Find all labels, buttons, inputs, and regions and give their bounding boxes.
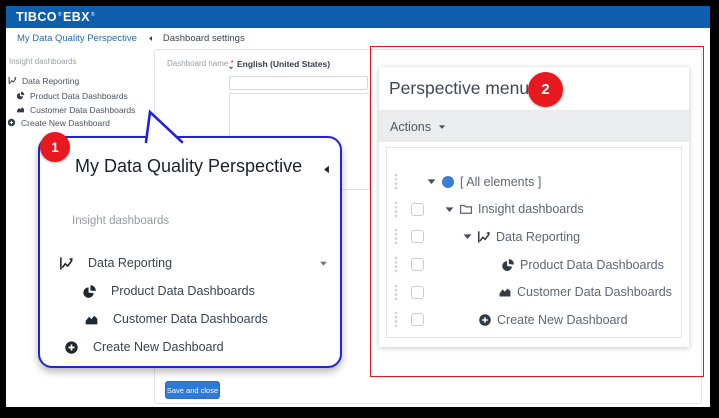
tree-item-label[interactable]: Customer Data Dashboards: [517, 285, 672, 299]
logo-brand-text: TIBCO: [16, 10, 57, 24]
sidebar-item-data-reporting[interactable]: Data Reporting: [8, 74, 160, 87]
registered-mark: ®: [58, 12, 62, 18]
tree-checkbox[interactable]: [411, 203, 424, 216]
callout-item-label[interactable]: Data Reporting: [88, 256, 172, 270]
drag-handle-icon[interactable]: [394, 284, 398, 301]
dashboard-name-label: Dashboard name *: [167, 59, 234, 68]
tree-row-data-reporting[interactable]: Data Reporting: [387, 223, 681, 251]
tree-item-label[interactable]: Create New Dashboard: [497, 313, 628, 327]
caret-down-icon[interactable]: [443, 203, 456, 216]
sidebar-item-label[interactable]: Customer Data Dashboards: [30, 105, 135, 115]
caret-down-icon[interactable]: [437, 122, 447, 132]
callout-item-label[interactable]: Customer Data Dashboards: [113, 312, 268, 326]
app-header: TIBCO®EBX®: [6, 6, 710, 28]
blue-circle-icon: [441, 175, 455, 189]
dashboard-name-input[interactable]: [229, 76, 368, 90]
callout-section-label: Insight dashboards: [72, 215, 169, 227]
perspective-menu-title: Perspective menu: [389, 78, 529, 99]
logo-product-text: EBX: [63, 10, 90, 24]
sidebar-item-create-new-dashboard[interactable]: Create New Dashboard: [7, 116, 110, 129]
callout-item-product-data-dashboards[interactable]: Product Data Dashboards: [82, 283, 255, 299]
actions-toolbar: Actions: [379, 111, 689, 142]
annotation-badge-1: 1: [40, 132, 70, 162]
caret-left-icon[interactable]: [321, 164, 332, 175]
tree-row-all-elements[interactable]: [ All elements ]: [387, 168, 681, 196]
caret-down-icon[interactable]: [461, 230, 474, 243]
pie-chart-icon: [82, 284, 97, 299]
plus-circle-icon: [64, 340, 79, 355]
nav-perspective-link[interactable]: My Data Quality Perspective: [17, 33, 137, 44]
callout-item-create-new-dashboard[interactable]: Create New Dashboard: [64, 339, 224, 355]
tree-row-customer-data-dashboards[interactable]: Customer Data Dashboards: [387, 278, 681, 306]
caret-down-icon[interactable]: [318, 258, 329, 269]
perspective-menu-tree: [ All elements ] Insight dashboards: [386, 147, 682, 338]
tree-checkbox[interactable]: [411, 313, 424, 326]
sidebar-section-label: Insight dashboards: [9, 57, 77, 66]
drag-handle-icon[interactable]: [394, 256, 398, 273]
sidebar-item-product-data-dashboards[interactable]: Product Data Dashboards: [16, 89, 128, 102]
drag-handle-icon[interactable]: [394, 228, 398, 245]
annotation-badge-2: 2: [528, 72, 563, 107]
pie-chart-icon: [501, 258, 515, 272]
callout-item-customer-data-dashboards[interactable]: Customer Data Dashboards: [84, 311, 268, 327]
callout-item-label[interactable]: Product Data Dashboards: [111, 284, 255, 298]
sidebar-item-label[interactable]: Create New Dashboard: [21, 118, 110, 128]
registered-mark: ®: [91, 12, 95, 18]
tree-row-product-data-dashboards[interactable]: Product Data Dashboards: [387, 251, 681, 279]
save-and-close-button[interactable]: Save and close: [165, 381, 220, 399]
caret-left-icon[interactable]: [147, 35, 154, 42]
tree-item-label[interactable]: Insight dashboards: [478, 202, 584, 216]
sidebar-item-label[interactable]: Product Data Dashboards: [30, 91, 128, 101]
tree-checkbox[interactable]: [411, 230, 424, 243]
line-chart-icon: [59, 256, 74, 271]
area-chart-icon: [498, 285, 512, 299]
plus-circle-icon: [7, 118, 16, 127]
tree-item-label[interactable]: Product Data Dashboards: [520, 258, 664, 272]
tree-row-insight-dashboards[interactable]: Insight dashboards: [387, 196, 681, 224]
sidebar-item-label[interactable]: Data Reporting: [22, 76, 79, 86]
callout-item-label[interactable]: Create New Dashboard: [93, 340, 224, 354]
tree-item-label[interactable]: Data Reporting: [496, 230, 580, 244]
nav-page-title: Dashboard settings: [163, 33, 245, 44]
drag-handle-icon[interactable]: [394, 311, 398, 328]
area-chart-icon: [16, 105, 25, 114]
callout-perspective-title: My Data Quality Perspective: [75, 156, 302, 177]
locale-caret-down-icon[interactable]: [227, 64, 235, 72]
locale-label[interactable]: English (United States): [237, 59, 330, 69]
tree-item-label[interactable]: [ All elements ]: [460, 175, 541, 189]
line-chart-icon: [8, 76, 17, 85]
app-window: TIBCO®EBX® My Data Quality Perspective D…: [6, 6, 710, 407]
caret-down-icon[interactable]: [425, 175, 438, 188]
drag-handle-icon[interactable]: [394, 201, 398, 218]
area-chart-icon: [84, 312, 99, 327]
actions-menu-button[interactable]: Actions: [390, 120, 431, 134]
tibco-ebx-logo: TIBCO®EBX®: [16, 10, 96, 24]
callout-tail: [136, 105, 196, 149]
tree-checkbox[interactable]: [411, 286, 424, 299]
pie-chart-icon: [16, 91, 25, 100]
annotation-callout-bubble: My Data Quality Perspective Insight dash…: [38, 136, 342, 368]
perspective-menu-card: Perspective menu 2 Actions [ All element…: [379, 67, 689, 347]
line-chart-icon: [477, 230, 491, 244]
tree-row-create-new-dashboard[interactable]: Create New Dashboard: [387, 306, 681, 334]
sidebar-item-customer-data-dashboards[interactable]: Customer Data Dashboards: [16, 103, 135, 116]
folder-icon: [459, 202, 473, 216]
drag-handle-icon[interactable]: [394, 173, 398, 190]
tree-checkbox[interactable]: [411, 258, 424, 271]
callout-item-data-reporting[interactable]: Data Reporting: [59, 255, 329, 271]
plus-circle-icon: [478, 313, 492, 327]
